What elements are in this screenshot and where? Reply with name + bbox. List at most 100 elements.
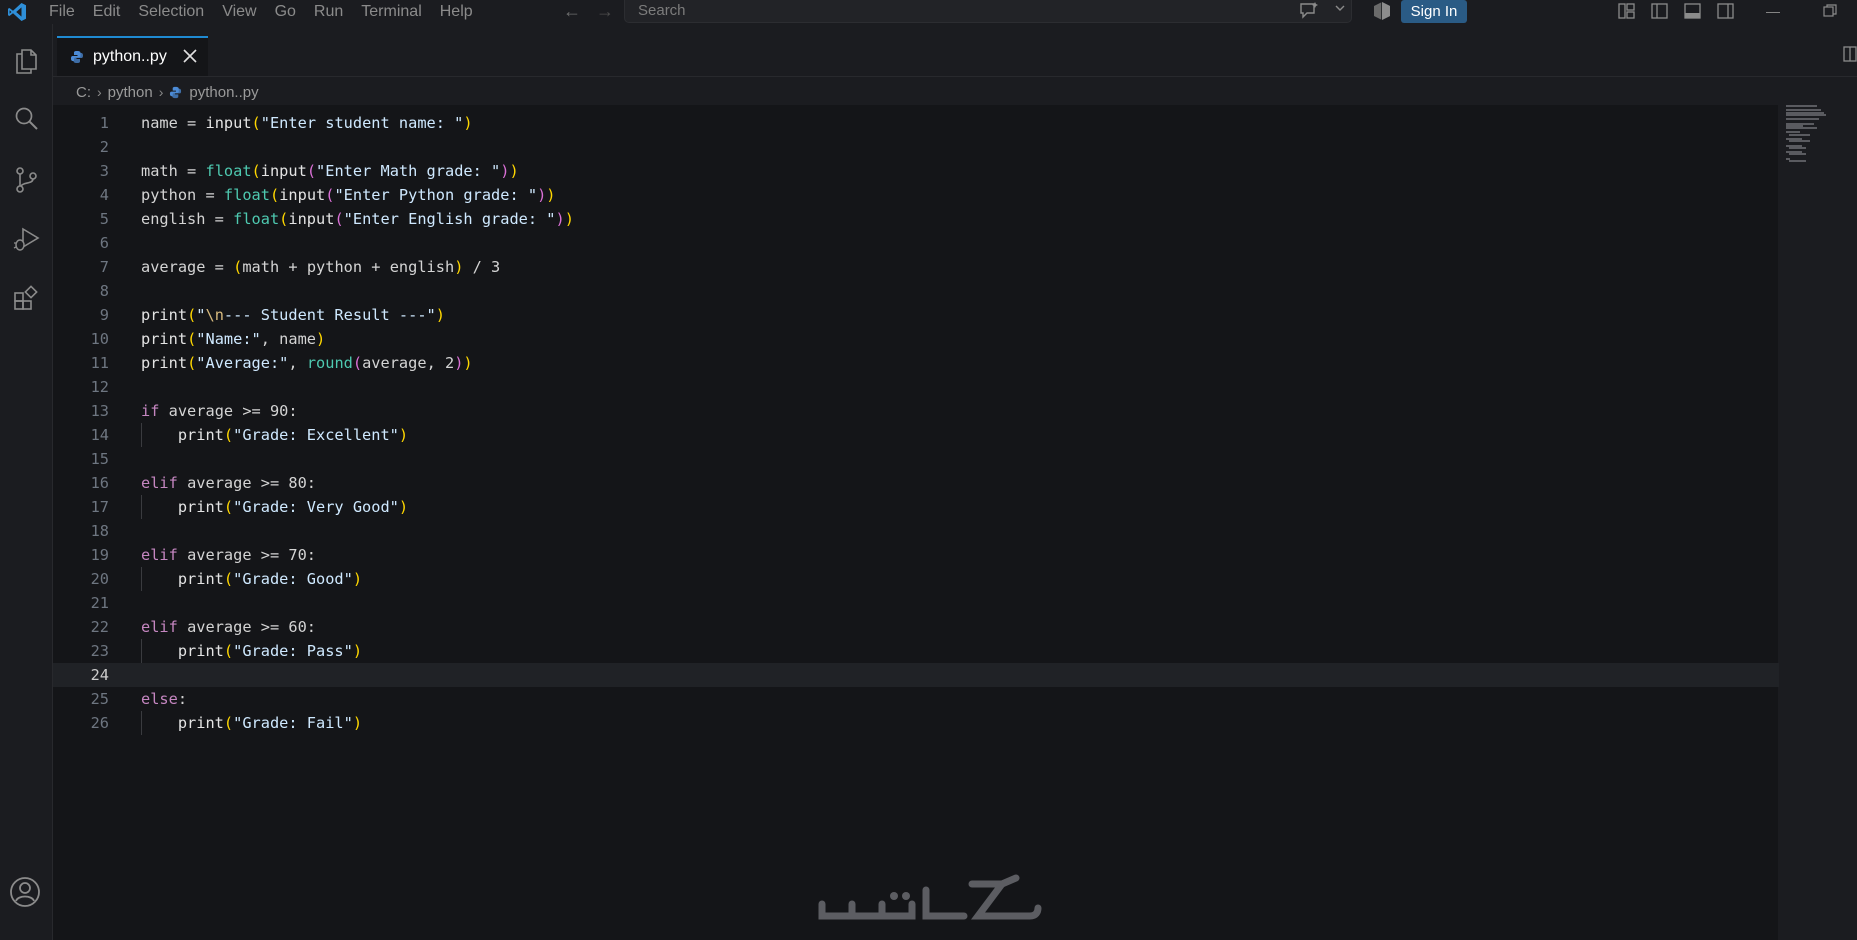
line-number: 19 [90,546,109,564]
code-text: english = float(input("Enter English gra… [141,210,574,228]
code-line[interactable]: 6 [53,231,1778,255]
minimap-line [1786,105,1817,107]
code-text: else: [141,690,188,708]
code-line[interactable]: 8 [53,279,1778,303]
menu-help[interactable]: Help [431,0,482,24]
code-line[interactable]: 10 print("Name:", name) [53,327,1778,351]
minimize-icon[interactable]: — [1766,0,1780,22]
code-text: print("Grade: Good") [177,570,363,588]
line-number: 4 [99,186,109,204]
activity-bar [0,24,53,940]
line-number: 13 [90,402,109,420]
code-line[interactable]: 18 [53,519,1778,543]
code-line[interactable]: 11 print("Average:", round(average, 2)) [53,351,1778,375]
chevron-down-icon[interactable] [1334,2,1346,14]
menu-view[interactable]: View [213,0,265,24]
code-line[interactable]: 19 elif average >= 70: [53,543,1778,567]
line-number: 21 [90,594,109,612]
chat-icon[interactable] [1298,1,1320,21]
python-file-icon [170,86,182,98]
code-text: print("Average:", round(average, 2)) [141,354,473,372]
customize-layout-icon[interactable] [1618,3,1635,19]
menu-edit[interactable]: Edit [84,0,130,24]
minimap[interactable] [1786,105,1836,165]
close-icon[interactable] [182,48,198,64]
sign-in-button[interactable]: Sign In [1401,0,1467,23]
line-number: 11 [90,354,109,372]
menu-terminal[interactable]: Terminal [352,0,430,24]
breadcrumb-folder[interactable]: python [108,84,153,101]
code-line[interactable]: 24 [53,663,1779,687]
menu-bar: File Edit Selection View Go Run Terminal… [40,0,482,24]
code-line[interactable]: 23 print("Grade: Pass") [53,639,1778,663]
chevron-right-icon: › [158,84,164,100]
code-line[interactable]: 5 english = float(input("Enter English gr… [53,207,1778,231]
code-line[interactable]: 14 print("Grade: Excellent") [53,423,1778,447]
code-text: print("Name:", name) [141,330,326,348]
code-line[interactable]: 13 if average >= 90: [53,399,1778,423]
command-center-search[interactable]: Search [624,0,1352,23]
line-number: 15 [90,450,109,468]
khamsat-watermark-logo [818,874,1042,920]
code-line[interactable]: 9 print("\n--- Student Result ---") [53,303,1778,327]
code-line[interactable]: 22 elif average >= 60: [53,615,1778,639]
code-text: elif average >= 60: [141,618,316,636]
code-line[interactable]: 15 [53,447,1778,471]
minimap-line [1789,133,1811,136]
back-arrow-icon[interactable]: ← [563,0,581,22]
tab-python-py[interactable]: python..py [57,36,208,76]
code-line[interactable]: 4 python = float(input("Enter Python grad… [53,183,1778,207]
code-text: print("Grade: Pass") [177,642,363,660]
code-editor[interactable]: 1 name = input("Enter student name: ") 2 3 m… [53,105,1779,940]
toggle-secondary-sidebar-icon[interactable] [1717,3,1734,19]
code-text: print("Grade: Very Good") [177,498,409,516]
menu-run[interactable]: Run [305,0,352,24]
source-control-icon[interactable] [11,165,41,195]
code-line[interactable]: 26 print("Grade: Fail") [53,711,1778,735]
code-text: math = float(input("Enter Math grade: ")… [141,162,519,180]
code-line[interactable]: 21 [53,591,1778,615]
line-number: 24 [90,666,109,684]
line-number: 22 [90,618,109,636]
line-number: 14 [90,426,109,444]
line-number: 7 [99,258,109,276]
menu-file[interactable]: File [40,0,84,24]
copilot-icon[interactable] [1372,1,1392,21]
toggle-panel-icon[interactable] [1684,3,1701,19]
extensions-icon[interactable] [11,284,41,314]
run-debug-icon[interactable] [11,224,41,254]
account-icon[interactable] [9,876,41,908]
code-text: elif average >= 70: [141,546,316,564]
code-line[interactable]: 25 else: [53,687,1778,711]
vscode-logo-icon [8,3,26,21]
code-line[interactable]: 16 elif average >= 80: [53,471,1778,495]
menu-go[interactable]: Go [266,0,305,24]
line-number: 1 [99,114,109,132]
forward-arrow-icon[interactable]: → [596,0,614,22]
line-number: 5 [99,210,109,228]
files-icon[interactable] [11,46,41,76]
line-number: 9 [99,306,109,324]
menu-selection[interactable]: Selection [129,0,213,24]
split-editor-icon[interactable] [1843,46,1857,62]
breadcrumb-drive[interactable]: C: [76,84,91,101]
search-placeholder: Search [638,2,686,19]
code-line[interactable]: 2 [53,135,1778,159]
chevron-right-icon: › [97,84,102,100]
line-number: 23 [90,642,109,660]
code-line[interactable]: 3 math = float(input("Enter Math grade: "… [53,159,1778,183]
code-line[interactable]: 20 print("Grade: Good") [53,567,1778,591]
code-line[interactable]: 12 [53,375,1778,399]
breadcrumb-file[interactable]: python..py [189,84,258,101]
toggle-primary-sidebar-icon[interactable] [1651,3,1668,19]
line-number: 16 [90,474,109,492]
code-line[interactable]: 1 name = input("Enter student name: ") [53,111,1778,135]
minimap-line [1789,160,1807,162]
search-icon[interactable] [11,104,41,134]
line-number: 10 [90,330,109,348]
minimap-line [1786,118,1820,121]
code-line[interactable]: 17 print("Grade: Very Good") [53,495,1778,519]
line-number: 3 [99,162,109,180]
code-line[interactable]: 7 average = (math + python + english) / 3 [53,255,1778,279]
restore-icon[interactable] [1823,4,1837,18]
